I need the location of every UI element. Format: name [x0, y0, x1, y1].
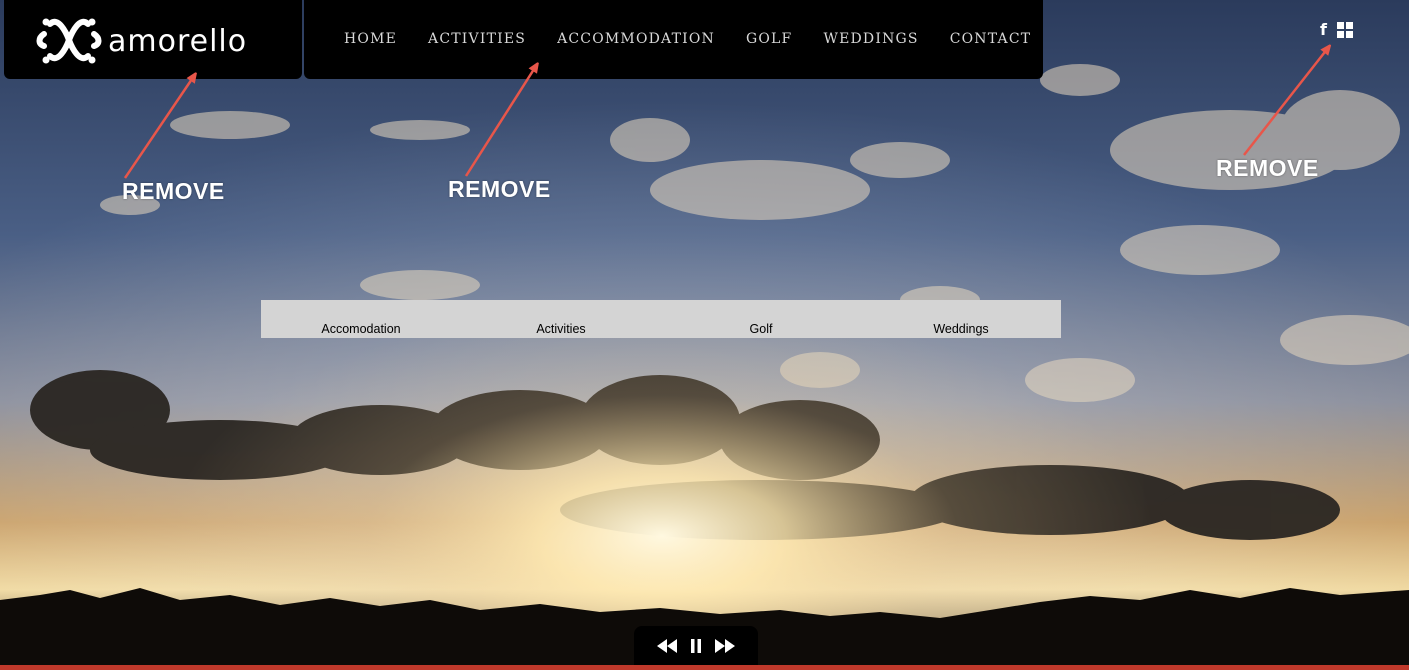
footer-accent-line [0, 665, 1409, 670]
facebook-icon[interactable]: f [1320, 20, 1327, 40]
logo-text: amorello [108, 24, 248, 59]
nav-item-accommodation[interactable]: ACCOMMODATION [557, 31, 715, 47]
social-links: f [1320, 20, 1353, 40]
logo-mark-icon [36, 18, 102, 63]
slideshow-controls [634, 626, 758, 666]
annotation-label-nav: REMOVE [448, 176, 551, 202]
main-nav: HOME ACTIVITIES ACCOMMODATION GOLF WEDDI… [304, 0, 1043, 79]
rewind-icon[interactable] [657, 639, 677, 653]
logo-link[interactable]: amorello [4, 0, 302, 79]
nav-item-contact[interactable]: CONTACT [950, 31, 1032, 47]
submenu-item-weddings[interactable]: Weddings [861, 300, 1061, 338]
submenu-item-activities[interactable]: Activities [461, 300, 661, 338]
nav-item-golf[interactable]: GOLF [746, 31, 792, 47]
grid-icon[interactable] [1336, 22, 1353, 38]
nav-item-home[interactable]: HOME [344, 31, 397, 47]
nav-item-weddings[interactable]: WEDDINGS [823, 31, 918, 47]
fast-forward-icon[interactable] [715, 639, 735, 653]
submenu-item-golf[interactable]: Golf [661, 300, 861, 338]
page: amorello HOME ACTIVITIES ACCOMMODATION G… [0, 0, 1409, 670]
nav-item-activities[interactable]: ACTIVITIES [428, 31, 526, 47]
annotation-label-social: REMOVE [1216, 155, 1319, 181]
pause-icon[interactable] [691, 639, 701, 653]
submenu-item-accomodation[interactable]: Accomodation [261, 300, 461, 338]
submenu-bar: Accomodation Activities Golf Weddings [261, 300, 1061, 338]
annotation-label-logo: REMOVE [122, 178, 225, 204]
